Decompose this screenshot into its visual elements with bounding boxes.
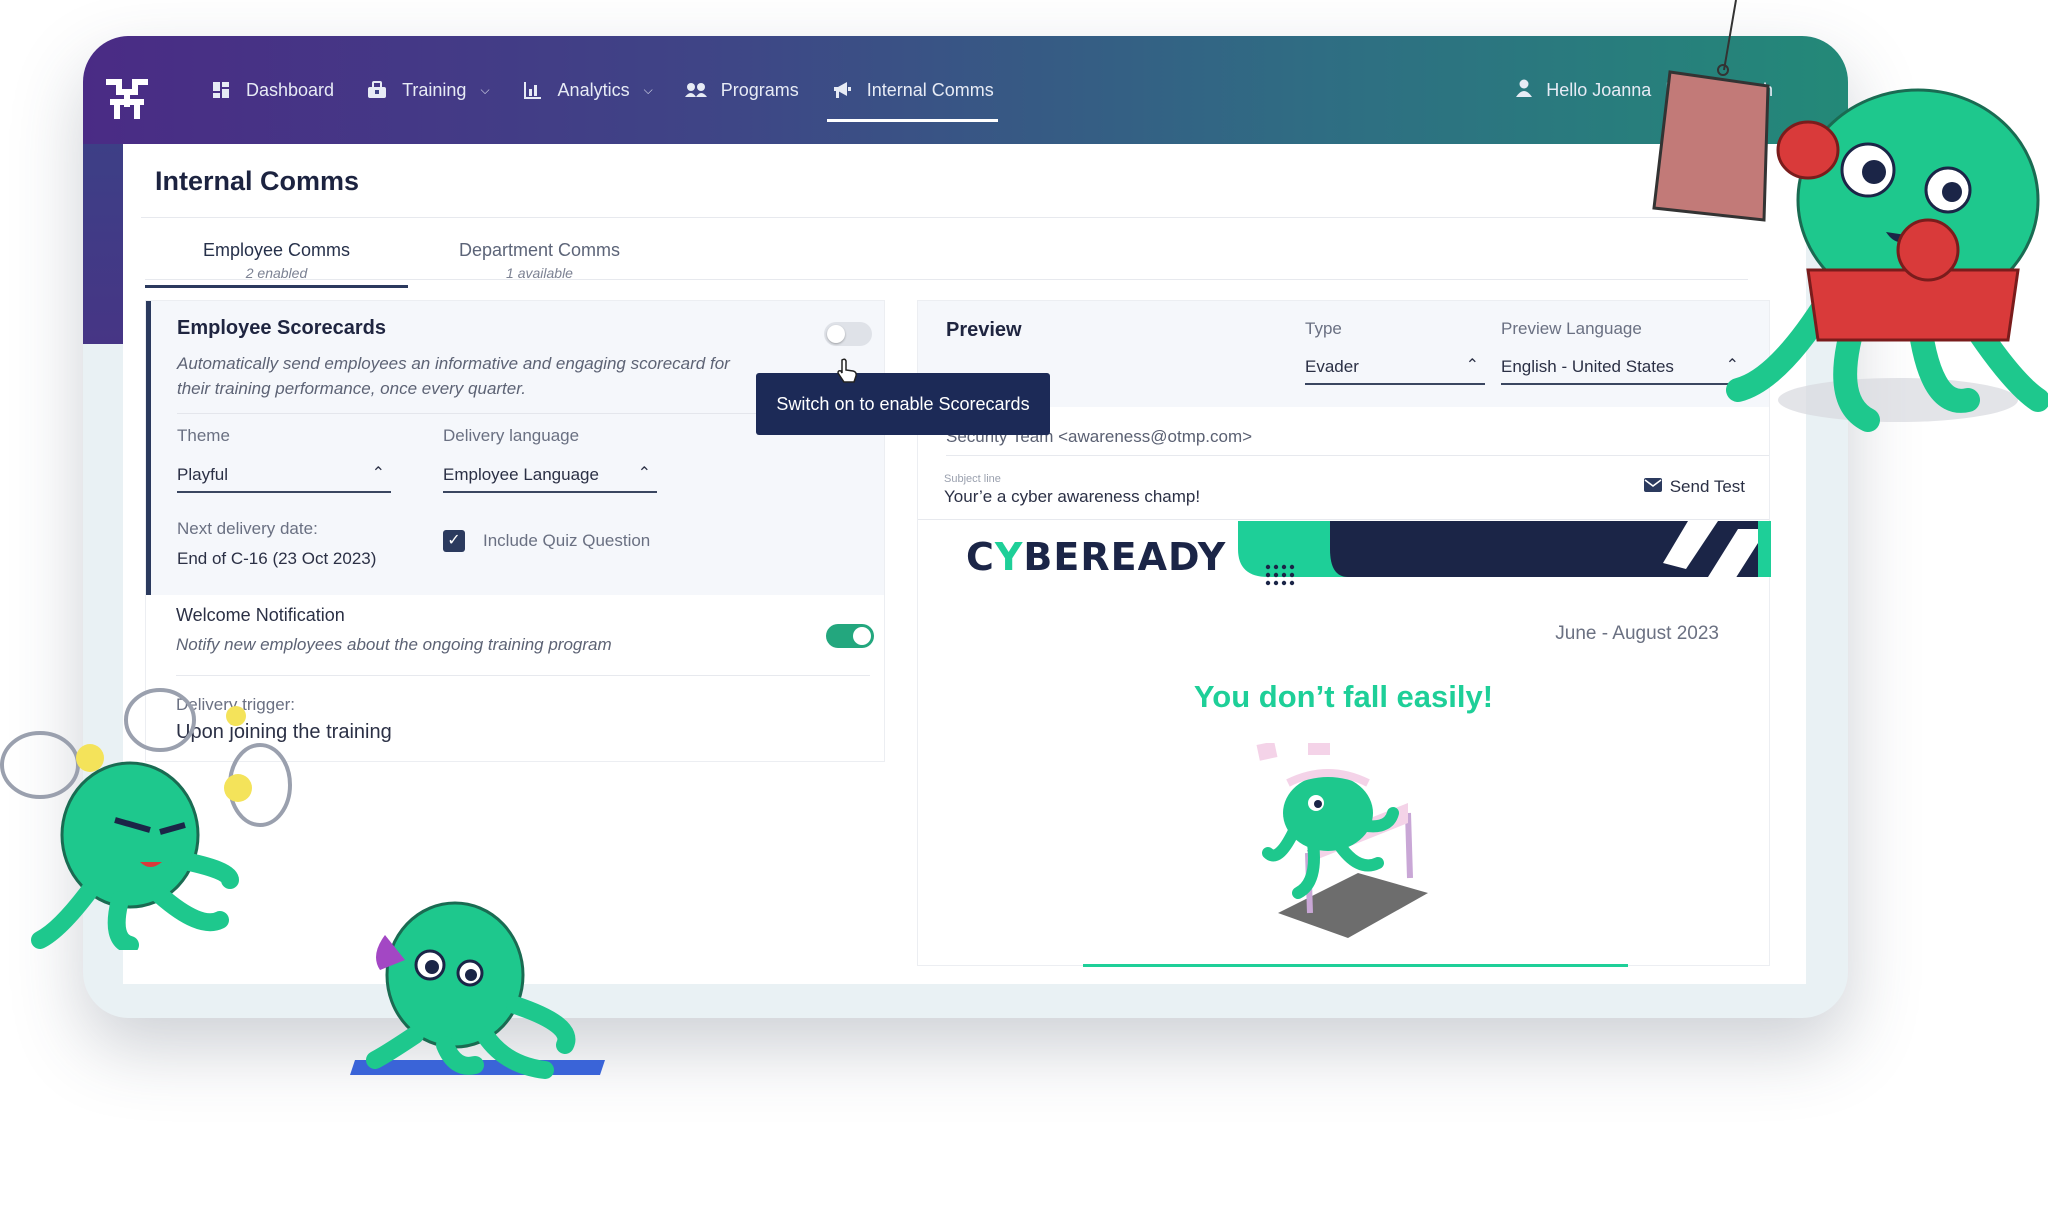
include-quiz-label: Include Quiz Question [483,531,651,550]
nav-analytics-label: Analytics [557,79,630,100]
main-nav: Dashboard Training ⌵ Analytics ⌵ Program… [210,36,1026,144]
boxing-octopus-illustration [1652,0,2048,432]
divider [145,279,1748,280]
chevron-up-icon: ⌃ [1465,357,1479,374]
email-preview: CYBEREADY June - August 2023 You don’t f… [918,521,1771,967]
nav-internal-comms-label: Internal Comms [866,79,994,100]
email-footer-line [1083,964,1628,967]
chevron-down-icon: ⌵ [480,82,490,97]
nav-dashboard-label: Dashboard [246,79,335,100]
send-test-button[interactable]: Send Test [1643,477,1745,497]
nav-training-label: Training [402,79,467,100]
divider [918,519,1769,520]
pointer-cursor-icon [837,358,857,383]
next-delivery-value: End of C-16 (23 Oct 2023) [177,549,377,568]
training-icon [366,79,388,101]
tab-label: Department Comms [458,240,621,260]
tab-label: Employee Comms [202,240,351,260]
scorecard-section: Employee Scorecards Automatically send e… [146,301,884,595]
include-quiz-checkbox[interactable]: ✓ [443,530,465,552]
chevron-down-icon: ⌵ [643,82,653,97]
nav-dashboard[interactable]: Dashboard [210,70,334,110]
welcome-description: Notify new employees about the ongoing t… [176,635,612,654]
welcome-title: Welcome Notification [176,605,345,625]
theme-select[interactable]: Playful ⌃ [177,459,391,493]
subject-value: Your’e a cyber awareness champ! [944,487,1201,506]
chevron-up-icon: ⌃ [371,465,385,482]
divider [946,455,1769,456]
cybeready-logo: CYBEREADY [966,535,1227,579]
envelope-icon [1643,477,1662,497]
yoga-octopus-illustration [350,901,605,1079]
send-test-label: Send Test [1669,477,1745,496]
delivery-language-select[interactable]: Employee Language ⌃ [443,459,657,493]
scorecard-tooltip: Switch on to enable Scorecards [756,373,1050,435]
topbar-side-extension [83,144,123,344]
type-value: Evader [1305,357,1359,376]
email-period: June - August 2023 [1555,623,1719,644]
programs-icon [684,79,707,101]
nav-programs[interactable]: Programs [684,70,799,110]
theme-label: Theme [177,426,230,445]
email-banner: CYBEREADY [918,521,1771,597]
user-icon [1516,79,1533,102]
dashboard-icon [210,79,232,101]
hurdle-octopus-illustration [1256,743,1428,938]
analytics-icon [522,79,544,101]
divider [141,217,1748,218]
nav-analytics[interactable]: Analytics ⌵ [522,70,653,110]
main-content-card: Internal Comms Employee Comms 2 enabled … [123,144,1806,984]
theme-value: Playful [177,465,229,484]
email-headline: You don’t fall easily! [1193,679,1494,714]
delivery-language-value: Employee Language [443,465,599,484]
delivery-language-label: Delivery language [443,426,580,445]
scorecard-toggle[interactable] [824,322,872,346]
welcome-toggle[interactable] [826,624,874,648]
preview-title: Preview [946,319,1022,341]
nav-training[interactable]: Training ⌵ [366,70,490,110]
megaphone-icon [831,79,853,101]
page-title: Internal Comms [155,166,360,196]
chevron-up-icon: ⌃ [637,465,651,482]
nav-internal-comms[interactable]: Internal Comms [826,70,998,122]
subject-label: Subject line [944,473,1001,485]
toggle-knob [827,325,845,343]
divider [176,675,870,676]
scorecard-description: Automatically send employees an informat… [177,354,730,398]
top-navigation-bar: Dashboard Training ⌵ Analytics ⌵ Program… [83,36,1848,144]
type-select[interactable]: Evader ⌃ [1305,351,1485,385]
tennis-octopus-illustration [0,688,292,950]
type-label: Type [1305,319,1342,338]
scorecard-title: Employee Scorecards [177,317,386,339]
nav-programs-label: Programs [720,79,799,100]
next-delivery-label: Next delivery date: [177,519,318,538]
app-logo[interactable] [103,74,151,122]
preview-language-label: Preview Language [1501,319,1642,338]
toggle-knob [853,627,871,645]
